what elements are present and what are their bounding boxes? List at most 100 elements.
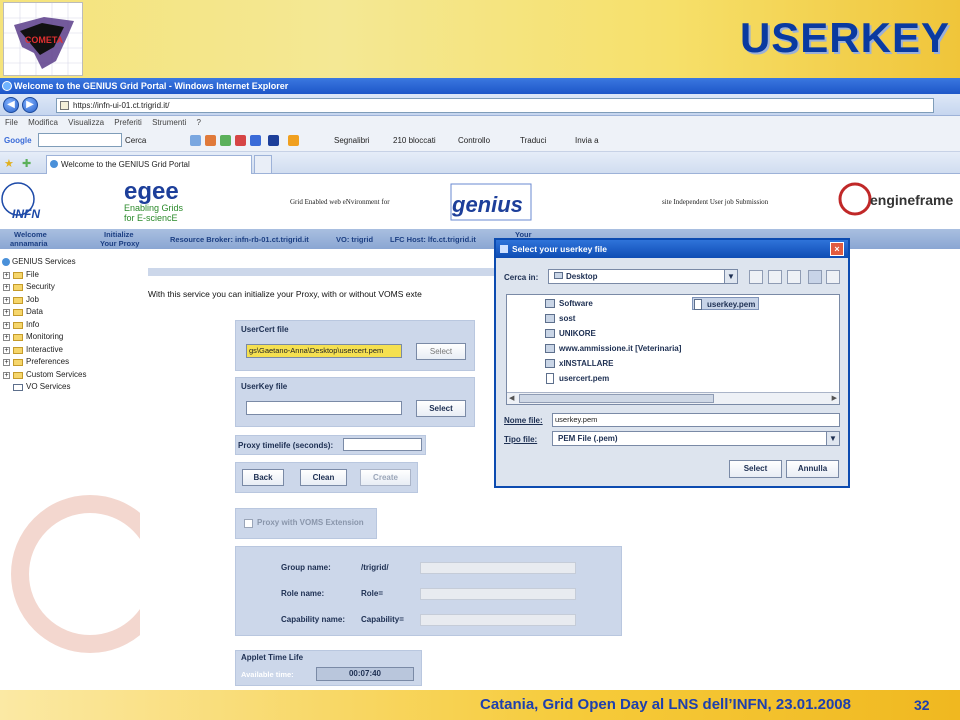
- tree-item-label: Interactive: [26, 344, 63, 354]
- tree-item-vo-services[interactable]: VO Services: [0, 381, 140, 394]
- details-view-icon[interactable]: [826, 270, 840, 284]
- svg-text:COMETA: COMETA: [25, 35, 64, 45]
- url-input[interactable]: https://infn-ui-01.ct.trigrid.it/: [56, 98, 934, 113]
- svg-text:Grid Enabled web eNvironment f: Grid Enabled web eNvironment for: [290, 198, 390, 206]
- forward-arrow-icon[interactable]: ▶: [22, 97, 38, 113]
- list-item[interactable]: xINSTALLARE: [545, 357, 614, 370]
- menu-file[interactable]: File: [5, 118, 18, 127]
- svg-text:egee: egee: [124, 178, 179, 205]
- voms-checkbox[interactable]: [244, 519, 253, 528]
- nav-your-proxy[interactable]: Your Proxy: [100, 239, 139, 248]
- dialog-select-button[interactable]: Select: [729, 460, 782, 478]
- expand-icon[interactable]: +: [3, 296, 10, 304]
- add-favorite-icon[interactable]: ✚: [22, 157, 31, 170]
- menu-strumenti[interactable]: Strumenti: [152, 118, 186, 127]
- tree-item-interactive[interactable]: + Interactive: [0, 344, 140, 357]
- list-view-icon[interactable]: [808, 270, 822, 284]
- userkey-select-button[interactable]: Select: [416, 400, 466, 417]
- scroll-left-icon[interactable]: ◀: [509, 394, 514, 402]
- tree-item-monitoring[interactable]: + Monitoring: [0, 331, 140, 344]
- scroll-right-icon[interactable]: ▶: [832, 394, 837, 402]
- segnalibri-button[interactable]: Segnalibri: [334, 135, 370, 147]
- nav-welcome: Welcome: [14, 230, 47, 239]
- close-icon[interactable]: ×: [830, 242, 844, 256]
- tree-item-info[interactable]: + Info: [0, 319, 140, 332]
- toolbar-icon-3[interactable]: [220, 135, 231, 146]
- expand-icon[interactable]: +: [3, 334, 10, 341]
- tree-root[interactable]: GENIUS Services: [0, 256, 140, 269]
- toolbar-icon-4[interactable]: [235, 135, 246, 146]
- toolbar-icon-7[interactable]: [288, 135, 299, 146]
- filetype-select[interactable]: PEM File (.pem) ▼: [552, 431, 840, 446]
- up-folder-icon[interactable]: [749, 270, 763, 284]
- tab-title: Welcome to the GENIUS Grid Portal: [61, 160, 190, 169]
- capability-name-input[interactable]: [420, 614, 576, 626]
- back-arrow-icon[interactable]: ◀: [3, 97, 19, 113]
- toolbar-icon-1[interactable]: [190, 135, 201, 146]
- portal-header: INFN egee Enabling Grids for E-sciencE G…: [0, 174, 960, 229]
- tree-item-custom-services[interactable]: + Custom Services: [0, 369, 140, 382]
- usercert-panel: UserCert file gs\Gaetano-Anna\Desktop\us…: [235, 320, 475, 371]
- toolbar-icon-5[interactable]: [250, 135, 261, 146]
- list-item[interactable]: usercert.pem: [545, 372, 609, 385]
- tree-item-file[interactable]: + File: [0, 269, 140, 282]
- group-name-input[interactable]: [420, 562, 576, 574]
- folder-icon: [13, 296, 23, 304]
- nav-initialize[interactable]: Initialize: [104, 230, 134, 239]
- list-item[interactable]: www.ammissione.it [Veterinaria]: [545, 342, 681, 355]
- home-icon[interactable]: [768, 270, 782, 284]
- expand-icon[interactable]: +: [3, 371, 10, 379]
- list-item-selected[interactable]: userkey.pem: [692, 297, 760, 310]
- filename-label: Nome file:: [504, 416, 543, 425]
- expand-icon[interactable]: +: [3, 346, 10, 354]
- new-tab-button[interactable]: [254, 155, 272, 174]
- traduci-button[interactable]: Traduci: [520, 135, 546, 147]
- dialog-cancel-button[interactable]: Annulla: [786, 460, 839, 478]
- toolbar-icon-2[interactable]: [205, 135, 216, 146]
- tree-item-label: VO Services: [26, 382, 71, 391]
- list-item[interactable]: Software: [545, 297, 593, 310]
- favorites-star-icon[interactable]: ★: [4, 157, 14, 170]
- chevron-down-icon[interactable]: ▼: [724, 270, 737, 283]
- tree-item-job[interactable]: + Job: [0, 294, 140, 307]
- expand-icon[interactable]: +: [3, 321, 10, 329]
- filename-input[interactable]: userkey.pem: [552, 413, 840, 427]
- lifetime-input[interactable]: [343, 438, 422, 451]
- tree-item-label: Info: [26, 319, 40, 329]
- folder-icon: [13, 309, 23, 316]
- cerca-button[interactable]: Cerca: [125, 135, 146, 147]
- new-folder-icon[interactable]: [787, 270, 801, 284]
- google-search-input[interactable]: [38, 133, 122, 147]
- horizontal-scrollbar[interactable]: ◀ ▶: [507, 392, 839, 404]
- tree-item-data[interactable]: + Data: [0, 306, 140, 319]
- role-name-input[interactable]: [420, 588, 576, 600]
- menu-preferiti[interactable]: Preferiti: [114, 118, 142, 127]
- clean-button[interactable]: Clean: [300, 469, 347, 486]
- expand-icon[interactable]: +: [3, 271, 10, 279]
- menu-modifica[interactable]: Modifica: [28, 118, 58, 127]
- list-item[interactable]: UNIKORE: [545, 327, 596, 340]
- usercert-input[interactable]: gs\Gaetano-Anna\Desktop\usercert.pem: [246, 344, 402, 358]
- back-button[interactable]: Back: [242, 469, 284, 486]
- menu-help[interactable]: ?: [197, 118, 201, 127]
- tab-genius-portal[interactable]: Welcome to the GENIUS Grid Portal: [46, 155, 252, 174]
- usercert-select-button[interactable]: Select: [416, 343, 466, 360]
- tree-item-security[interactable]: + Security: [0, 281, 140, 294]
- blocked-popups-button[interactable]: 210 bloccati: [393, 135, 436, 147]
- scrollbar-thumb[interactable]: [519, 394, 714, 403]
- invia-button[interactable]: Invia a: [575, 135, 599, 147]
- userkey-title: UserKey file: [241, 382, 288, 391]
- list-item[interactable]: sost: [545, 312, 575, 325]
- toolbar-icon-6[interactable]: [268, 135, 279, 146]
- expand-icon[interactable]: +: [3, 359, 10, 366]
- look-in-select[interactable]: Desktop ▼: [548, 269, 738, 284]
- controllo-button[interactable]: Controllo: [458, 135, 490, 147]
- chevron-down-icon[interactable]: ▼: [826, 432, 839, 445]
- expand-icon[interactable]: +: [3, 284, 10, 291]
- expand-icon[interactable]: +: [3, 309, 10, 316]
- tree-item-preferences[interactable]: + Preferences: [0, 356, 140, 369]
- userkey-input[interactable]: [246, 401, 402, 415]
- create-button[interactable]: Create: [360, 469, 411, 486]
- menu-visualizza[interactable]: Visualizza: [68, 118, 104, 127]
- ie-page-icon: [50, 160, 58, 168]
